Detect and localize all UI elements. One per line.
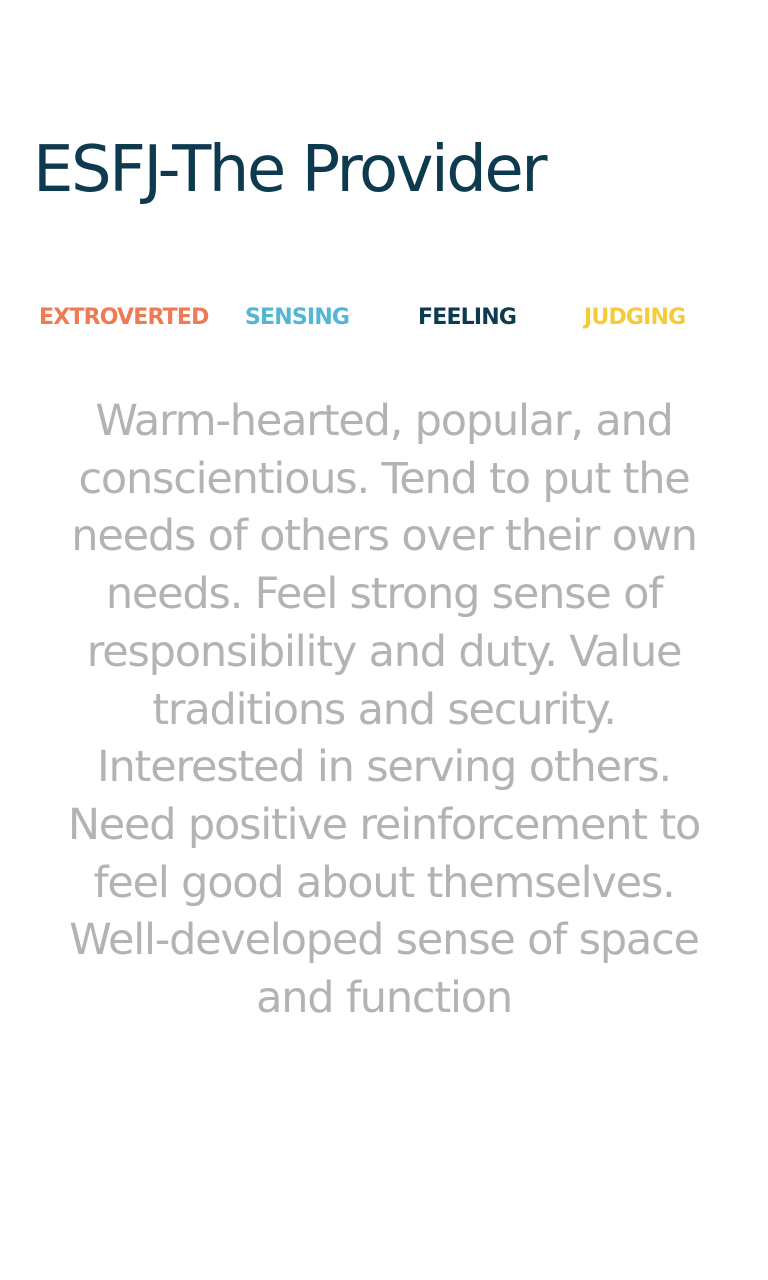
trait-row: EXTROVERTED SENSING FEELING JUDGING — [0, 303, 768, 333]
trait-feeling: FEELING — [418, 305, 517, 330]
page-title: ESFJ-The Provider — [33, 133, 548, 207]
type-description: Warm-hearted, popular, and conscientious… — [67, 396, 702, 1024]
personality-type-page: ESFJ-The Provider EXTROVERTED SENSING FE… — [0, 0, 768, 1280]
trait-judging: JUDGING — [584, 305, 686, 330]
trait-extroverted: EXTROVERTED — [39, 305, 209, 330]
trait-sensing: SENSING — [245, 305, 350, 330]
